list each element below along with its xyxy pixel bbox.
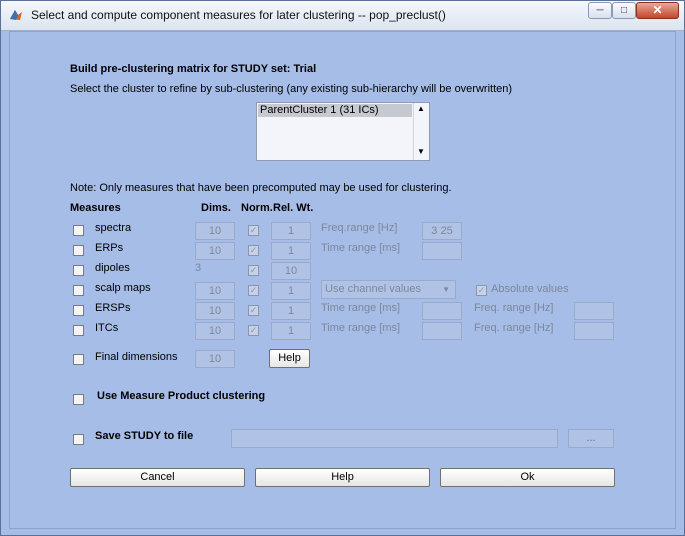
spectra-range-label: Freq.range [Hz] — [321, 222, 398, 234]
erps-norm-checkbox[interactable]: ✓ — [248, 245, 259, 256]
ersps-label: ERSPs — [95, 302, 131, 314]
chevron-down-icon: ▼ — [442, 285, 450, 294]
window-title: Select and compute component measures fo… — [31, 8, 446, 22]
maximize-icon: □ — [620, 5, 628, 16]
ersps-norm-checkbox[interactable]: ✓ — [248, 305, 259, 316]
scalp-mode-select[interactable]: Use channel values ▼ — [321, 280, 456, 299]
scroll-down-icon[interactable]: ▼ — [417, 147, 425, 156]
save-checkbox[interactable] — [73, 434, 84, 445]
ersps-freq-field[interactable] — [574, 302, 614, 320]
erps-range-label: Time range [ms] — [321, 242, 401, 254]
erps-range-field[interactable] — [422, 242, 462, 260]
precompute-note: Note: Only measures that have been preco… — [70, 182, 452, 194]
scalp-dims-field[interactable]: 10 — [195, 282, 235, 300]
dialog-heading: Build pre-clustering matrix for STUDY se… — [70, 63, 317, 75]
itcs-time-field[interactable] — [422, 322, 462, 340]
listbox-scrollbar[interactable]: ▲ ▼ — [413, 103, 429, 160]
product-checkbox[interactable] — [73, 394, 84, 405]
scalp-mode-value: Use channel values — [325, 283, 422, 295]
list-item[interactable]: ParentCluster 1 (31 ICs) — [258, 104, 412, 117]
maximize-button[interactable]: □ — [612, 2, 636, 19]
final-dims-label: Final dimensions — [95, 351, 178, 363]
close-icon: ✕ — [652, 3, 663, 17]
ok-button[interactable]: Ok — [440, 468, 615, 487]
minimize-icon: ─ — [596, 5, 604, 16]
spectra-checkbox[interactable] — [73, 225, 84, 236]
product-label: Use Measure Product clustering — [97, 390, 266, 402]
final-dims-checkbox[interactable] — [73, 354, 84, 365]
itcs-label: ITCs — [95, 322, 119, 334]
matlab-logo-icon — [10, 10, 22, 20]
erps-label: ERPs — [95, 242, 124, 254]
scalp-label: scalp maps — [95, 282, 151, 294]
itcs-checkbox[interactable] — [73, 325, 84, 336]
ersps-checkbox[interactable] — [73, 305, 84, 316]
help-button[interactable]: Help — [255, 468, 430, 487]
ersps-freq-label: Freq. range [Hz] — [474, 302, 554, 314]
norm-header: Norm. — [241, 202, 273, 214]
dims-header: Dims. — [201, 202, 231, 214]
dipoles-dims-value: 3 — [195, 262, 202, 274]
erps-dims-field[interactable]: 10 — [195, 242, 235, 260]
final-dims-field[interactable]: 10 — [195, 350, 235, 368]
ersps-time-label: Time range [ms] — [321, 302, 401, 314]
itcs-time-label: Time range [ms] — [321, 322, 401, 334]
erps-checkbox[interactable] — [73, 245, 84, 256]
itcs-norm-checkbox[interactable]: ✓ — [248, 325, 259, 336]
scalp-relwt-field[interactable]: 1 — [271, 282, 311, 300]
spectra-norm-checkbox[interactable]: ✓ — [248, 225, 259, 236]
dialog-window: Select and compute component measures fo… — [0, 0, 685, 536]
dipoles-relwt-field[interactable]: 10 — [271, 262, 311, 280]
dipoles-norm-checkbox[interactable]: ✓ — [248, 265, 259, 276]
save-path-field[interactable] — [231, 429, 558, 448]
ersps-relwt-field[interactable]: 1 — [271, 302, 311, 320]
minimize-button[interactable]: ─ — [588, 2, 612, 19]
itcs-freq-field[interactable] — [574, 322, 614, 340]
dipoles-label: dipoles — [95, 262, 130, 274]
spectra-range-field[interactable]: 3 25 — [422, 222, 462, 240]
itcs-freq-label: Freq. range [Hz] — [474, 322, 554, 334]
ersps-time-field[interactable] — [422, 302, 462, 320]
absolute-values-checkbox[interactable]: ✓ — [476, 285, 487, 296]
spectra-label: spectra — [95, 222, 132, 234]
itcs-dims-field[interactable]: 10 — [195, 322, 235, 340]
final-dims-help-button[interactable]: Help — [269, 349, 310, 368]
erps-relwt-field[interactable]: 1 — [271, 242, 311, 260]
save-label: Save STUDY to file — [95, 430, 194, 442]
dipoles-checkbox[interactable] — [73, 265, 84, 276]
relwt-header: Rel. Wt. — [273, 202, 314, 214]
dialog-subtitle: Select the cluster to refine by sub-clus… — [70, 83, 513, 95]
dialog-content: Build pre-clustering matrix for STUDY se… — [9, 31, 676, 529]
scalp-checkbox[interactable] — [73, 285, 84, 296]
title-bar: Select and compute component measures fo… — [1, 1, 684, 31]
browse-button[interactable]: ... — [568, 429, 614, 448]
absolute-values-label: Absolute values — [491, 283, 569, 295]
ersps-dims-field[interactable]: 10 — [195, 302, 235, 320]
itcs-relwt-field[interactable]: 1 — [271, 322, 311, 340]
spectra-dims-field[interactable]: 10 — [195, 222, 235, 240]
scalp-norm-checkbox[interactable]: ✓ — [248, 285, 259, 296]
spectra-relwt-field[interactable]: 1 — [271, 222, 311, 240]
measures-header: Measures — [70, 202, 121, 214]
cluster-listbox[interactable]: ParentCluster 1 (31 ICs) ▲ ▼ — [256, 102, 430, 161]
cancel-button[interactable]: Cancel — [70, 468, 245, 487]
scroll-up-icon[interactable]: ▲ — [417, 104, 425, 113]
close-button[interactable]: ✕ — [636, 2, 679, 19]
